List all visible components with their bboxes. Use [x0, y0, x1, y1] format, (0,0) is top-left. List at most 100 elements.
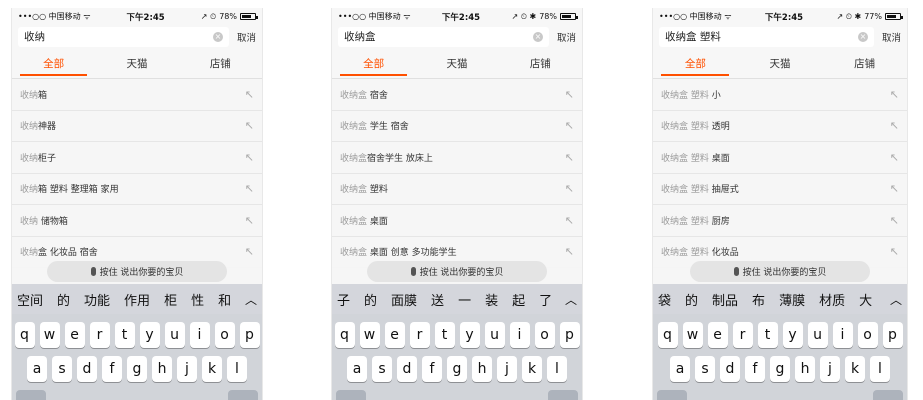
- clear-icon[interactable]: ×: [532, 31, 543, 42]
- voice-search-button[interactable]: 按住 说出你要的宝贝: [367, 260, 547, 282]
- fill-query-arrow-icon[interactable]: ↖: [245, 119, 254, 132]
- tab-tmall[interactable]: 天猫: [95, 48, 178, 78]
- key-r[interactable]: r: [732, 322, 753, 348]
- key-o[interactable]: o: [534, 322, 555, 348]
- delete-key[interactable]: [548, 390, 578, 400]
- key-k[interactable]: k: [522, 356, 542, 382]
- key-p[interactable]: p: [239, 322, 260, 348]
- shift-key[interactable]: [336, 390, 366, 400]
- expand-candidates-icon[interactable]: ︿: [240, 284, 262, 314]
- suggestion-item[interactable]: 收纳盒 塑料 厨房 ↖: [653, 205, 907, 237]
- key-i[interactable]: i: [509, 322, 530, 348]
- key-e[interactable]: e: [707, 322, 728, 348]
- tab-tmall[interactable]: 天猫: [415, 48, 498, 78]
- ime-candidate[interactable]: 制品: [712, 290, 738, 309]
- key-p[interactable]: p: [559, 322, 580, 348]
- key-k[interactable]: k: [202, 356, 222, 382]
- ime-candidate[interactable]: 的: [57, 290, 70, 309]
- key-p[interactable]: p: [882, 322, 903, 348]
- key-q[interactable]: q: [657, 322, 678, 348]
- key-u[interactable]: u: [807, 322, 828, 348]
- tab-shop[interactable]: 店铺: [179, 48, 262, 78]
- fill-query-arrow-icon[interactable]: ↖: [565, 214, 574, 227]
- suggestion-item[interactable]: 收纳盒宿舍学生 放床上 ↖: [332, 142, 582, 174]
- key-k[interactable]: k: [845, 356, 865, 382]
- key-w[interactable]: w: [39, 322, 60, 348]
- key-g[interactable]: g: [127, 356, 147, 382]
- ime-candidate[interactable]: 的: [685, 290, 698, 309]
- key-j[interactable]: j: [820, 356, 840, 382]
- ime-candidate[interactable]: 空间: [17, 290, 43, 309]
- expand-candidates-icon[interactable]: ︿: [885, 284, 907, 314]
- key-r[interactable]: r: [409, 322, 430, 348]
- suggestion-item[interactable]: 收纳箱 塑料 整理箱 家用 ↖: [12, 174, 262, 205]
- clear-icon[interactable]: ×: [212, 31, 223, 42]
- fill-query-arrow-icon[interactable]: ↖: [890, 245, 899, 258]
- suggestion-item[interactable]: 收纳盒 塑料 透明 ↖: [653, 111, 907, 142]
- key-i[interactable]: i: [832, 322, 853, 348]
- key-d[interactable]: d: [397, 356, 417, 382]
- key-o[interactable]: o: [857, 322, 878, 348]
- ime-candidate[interactable]: 作用: [124, 290, 150, 309]
- suggestion-item[interactable]: 收纳盒 塑料 ↖: [332, 174, 582, 205]
- key-q[interactable]: q: [14, 322, 35, 348]
- key-d[interactable]: d: [720, 356, 740, 382]
- search-input[interactable]: 收纳 ×: [18, 26, 229, 47]
- ime-candidate[interactable]: 柜: [164, 290, 177, 309]
- suggestion-item[interactable]: 收纳 储物箱 ↖: [12, 205, 262, 237]
- key-t[interactable]: t: [114, 322, 135, 348]
- key-f[interactable]: f: [422, 356, 442, 382]
- fill-query-arrow-icon[interactable]: ↖: [890, 214, 899, 227]
- key-s[interactable]: s: [372, 356, 392, 382]
- key-h[interactable]: h: [472, 356, 492, 382]
- fill-query-arrow-icon[interactable]: ↖: [245, 151, 254, 164]
- key-w[interactable]: w: [682, 322, 703, 348]
- key-f[interactable]: f: [745, 356, 765, 382]
- ime-candidate[interactable]: 和: [218, 290, 231, 309]
- ime-candidate[interactable]: 材质: [819, 290, 845, 309]
- key-s[interactable]: s: [52, 356, 72, 382]
- key-t[interactable]: t: [434, 322, 455, 348]
- key-y[interactable]: y: [782, 322, 803, 348]
- key-f[interactable]: f: [102, 356, 122, 382]
- ime-candidate[interactable]: 功能: [84, 290, 110, 309]
- tab-all[interactable]: 全部: [653, 48, 738, 78]
- delete-key[interactable]: [873, 390, 903, 400]
- ime-candidate[interactable]: 布: [752, 290, 765, 309]
- key-y[interactable]: y: [459, 322, 480, 348]
- key-q[interactable]: q: [334, 322, 355, 348]
- fill-query-arrow-icon[interactable]: ↖: [565, 119, 574, 132]
- key-l[interactable]: l: [547, 356, 567, 382]
- tab-all[interactable]: 全部: [332, 48, 415, 78]
- ime-candidate[interactable]: 一: [458, 290, 471, 309]
- fill-query-arrow-icon[interactable]: ↖: [890, 151, 899, 164]
- key-a[interactable]: a: [27, 356, 47, 382]
- search-input[interactable]: 收纳盒 ×: [338, 26, 549, 47]
- key-e[interactable]: e: [64, 322, 85, 348]
- suggestion-item[interactable]: 收纳盒 桌面 ↖: [332, 205, 582, 237]
- suggestion-item[interactable]: 收纳盒 宿舍 ↖: [332, 79, 582, 111]
- ime-candidate[interactable]: 的: [364, 290, 377, 309]
- voice-search-button[interactable]: 按住 说出你要的宝贝: [47, 260, 227, 282]
- ime-candidate[interactable]: 薄膜: [779, 290, 805, 309]
- suggestion-item[interactable]: 收纳盒 塑料 桌面 ↖: [653, 142, 907, 174]
- ime-candidate[interactable]: 子: [337, 290, 350, 309]
- key-g[interactable]: g: [770, 356, 790, 382]
- fill-query-arrow-icon[interactable]: ↖: [565, 88, 574, 101]
- suggestion-item[interactable]: 收纳盒 塑料 抽屉式 ↖: [653, 174, 907, 205]
- key-h[interactable]: h: [795, 356, 815, 382]
- suggestion-item[interactable]: 收纳盒 塑料 小 ↖: [653, 79, 907, 111]
- ime-candidate[interactable]: 性: [191, 290, 204, 309]
- search-input[interactable]: 收纳盒 塑料 ×: [659, 26, 874, 47]
- fill-query-arrow-icon[interactable]: ↖: [245, 182, 254, 195]
- tab-shop[interactable]: 店铺: [822, 48, 907, 78]
- ime-candidate[interactable]: 了: [539, 290, 552, 309]
- tab-shop[interactable]: 店铺: [499, 48, 582, 78]
- key-l[interactable]: l: [870, 356, 890, 382]
- suggestion-item[interactable]: 收纳神器 ↖: [12, 111, 262, 142]
- key-y[interactable]: y: [139, 322, 160, 348]
- ime-candidate[interactable]: 大: [859, 290, 872, 309]
- key-r[interactable]: r: [89, 322, 110, 348]
- fill-query-arrow-icon[interactable]: ↖: [890, 182, 899, 195]
- key-l[interactable]: l: [227, 356, 247, 382]
